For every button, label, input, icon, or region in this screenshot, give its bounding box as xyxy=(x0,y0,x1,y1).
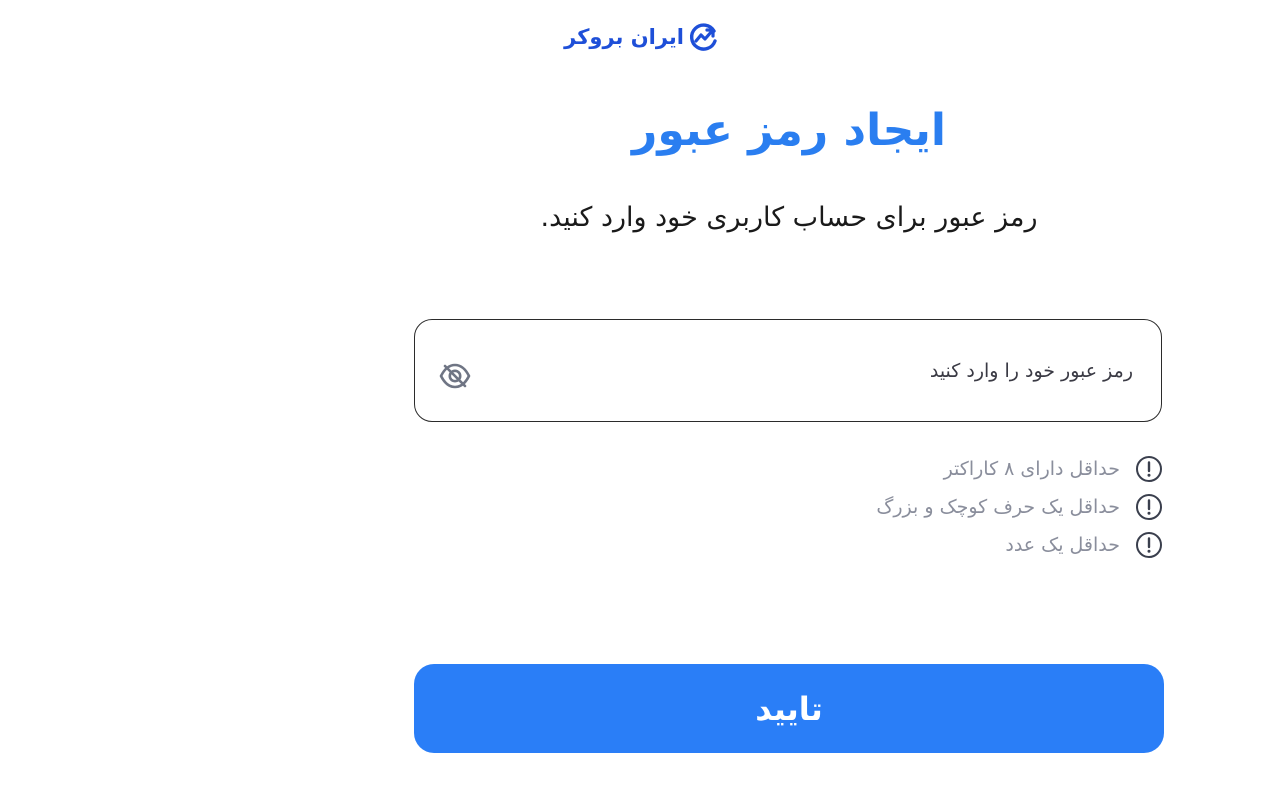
requirement-digit: حداقل یک عدد xyxy=(414,526,1164,564)
exclamation-circle-icon xyxy=(1136,494,1162,520)
requirement-text: حداقل یک حرف کوچک و بزرگ xyxy=(876,496,1120,518)
brand-logo[interactable]: ایران بروکر xyxy=(560,18,720,56)
requirement-text: حداقل یک عدد xyxy=(1005,534,1120,556)
brand-name: ایران بروکر xyxy=(564,24,684,49)
chart-trend-icon xyxy=(689,23,717,51)
password-field[interactable] xyxy=(414,319,1162,422)
page-subtitle: رمز عبور برای حساب کاربری خود وارد کنید. xyxy=(540,202,1038,233)
create-password-page: ایران بروکر ایجاد رمز عبور رمز عبور برای… xyxy=(0,0,1280,802)
exclamation-circle-icon xyxy=(1136,532,1162,558)
eye-off-icon[interactable] xyxy=(437,358,473,394)
requirement-min-length: حداقل دارای ۸ کاراکتر xyxy=(414,450,1164,488)
password-input[interactable] xyxy=(493,320,1133,421)
requirement-case: حداقل یک حرف کوچک و بزرگ xyxy=(414,488,1164,526)
confirm-button[interactable]: تایید xyxy=(414,664,1164,753)
page-title: ایجاد رمز عبور xyxy=(632,105,946,156)
exclamation-circle-icon xyxy=(1136,456,1162,482)
password-requirements: حداقل دارای ۸ کاراکتر حداقل یک حرف کوچک … xyxy=(414,450,1164,564)
requirement-text: حداقل دارای ۸ کاراکتر xyxy=(943,458,1120,480)
